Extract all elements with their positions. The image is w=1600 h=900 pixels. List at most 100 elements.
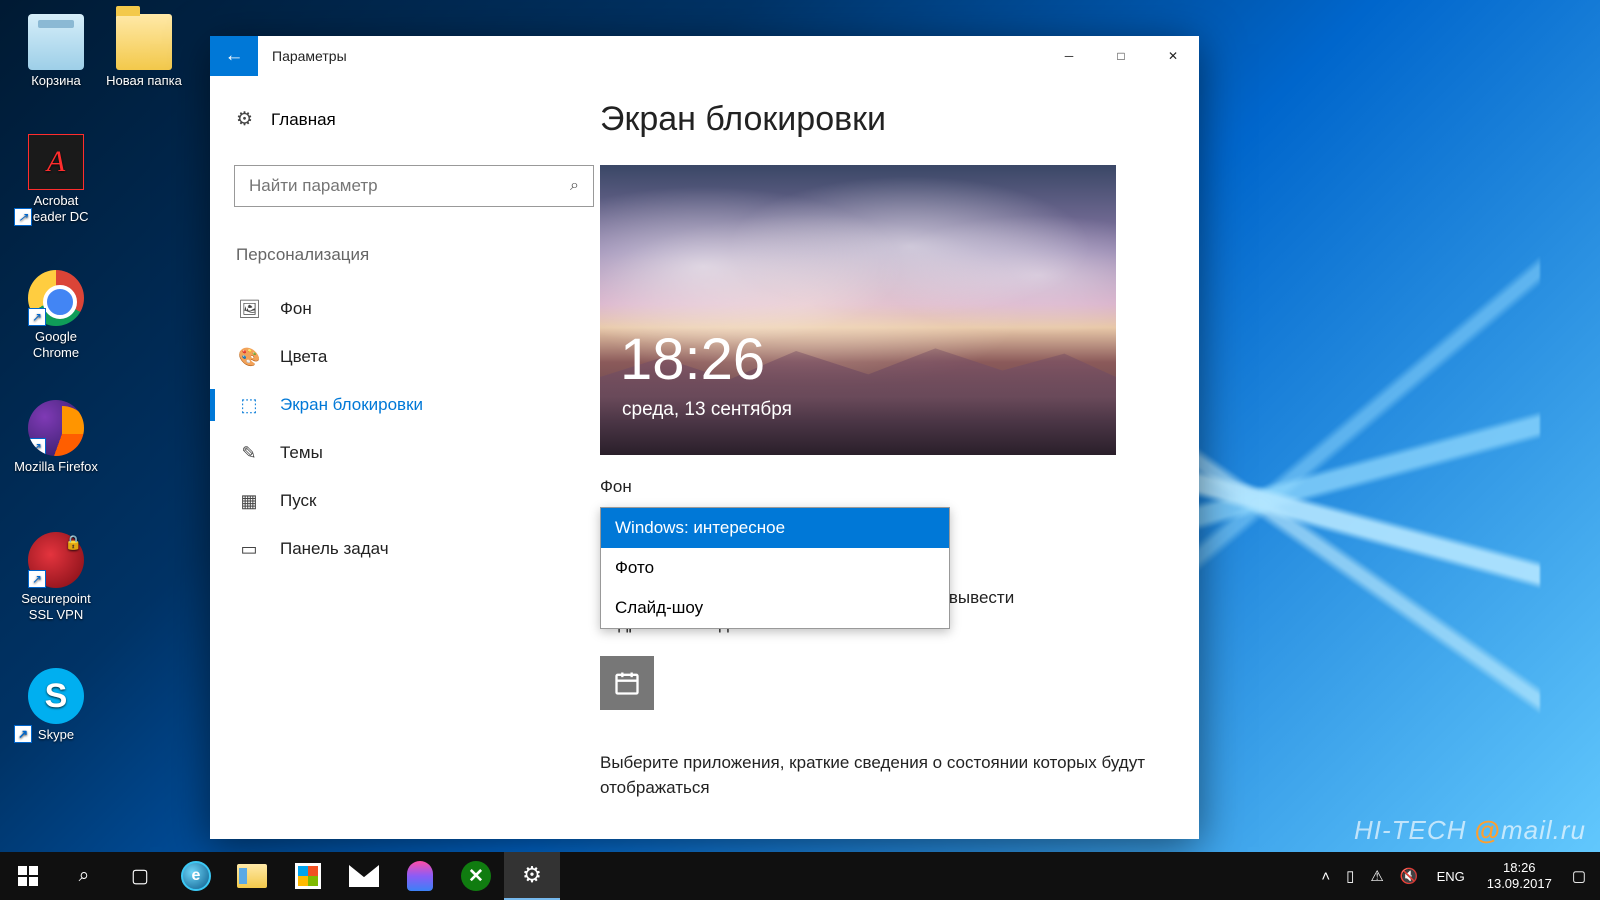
firefox-icon: ↗ bbox=[28, 400, 84, 456]
task-view-button[interactable]: ▢ bbox=[112, 852, 168, 900]
shortcut-overlay-icon: ↗ bbox=[28, 570, 46, 588]
search-icon: ⌕ bbox=[79, 865, 90, 887]
tray-language[interactable]: ENG bbox=[1427, 869, 1475, 884]
content: Экран блокировки 18:26 среда, 13 сентябр… bbox=[580, 76, 1199, 839]
desktop-icon-label: Securepoint SSL VPN bbox=[14, 591, 98, 624]
minimize-button[interactable]: ─ bbox=[1043, 36, 1095, 76]
tray-battery-icon[interactable]: ▯ bbox=[1338, 867, 1362, 885]
sidebar-home-label: Главная bbox=[271, 110, 336, 130]
sidebar-item-label: Фон bbox=[280, 299, 312, 319]
settings-window: ← Параметры ─ □ ✕ ⚙ Главная ⌕ Персонализ… bbox=[210, 36, 1199, 839]
xbox-icon: ✕ bbox=[461, 861, 491, 891]
sidebar-item-taskbar[interactable]: ▭ Панель задач bbox=[234, 525, 570, 573]
taskbar: ⌕ ▢ e ✕ ⚙ ˄ ▯ ⚠ 🔇 ENG 18:26 13.09.2017 ▢ bbox=[0, 852, 1600, 900]
start-icon: ▦ bbox=[238, 491, 260, 512]
dropdown-option-spotlight[interactable]: Windows: интересное bbox=[601, 508, 949, 548]
tray-wifi-icon[interactable]: ⚠ bbox=[1362, 867, 1391, 885]
sidebar-item-label: Цвета bbox=[280, 347, 327, 367]
shortcut-overlay-icon: ↗ bbox=[14, 725, 32, 743]
skype-icon: S↗ bbox=[28, 668, 84, 724]
back-button[interactable]: ← bbox=[210, 36, 258, 76]
vpn-icon: ↗ bbox=[28, 532, 84, 588]
shortcut-overlay-icon: ↗ bbox=[14, 208, 32, 226]
desktop-icon-label: Skype bbox=[38, 727, 74, 743]
system-tray: ˄ ▯ ⚠ 🔇 ENG 18:26 13.09.2017 ▢ bbox=[1313, 860, 1600, 893]
recycle-bin-icon bbox=[28, 14, 84, 70]
themes-icon: ✎ bbox=[238, 443, 260, 464]
taskbar-app-explorer[interactable] bbox=[224, 852, 280, 900]
tray-chevron-up-icon[interactable]: ˄ bbox=[1313, 868, 1338, 885]
paint3d-icon bbox=[407, 861, 433, 891]
close-button[interactable]: ✕ bbox=[1147, 36, 1199, 76]
desktop-icon-recycle-bin[interactable]: Корзина bbox=[14, 14, 98, 89]
tray-time: 18:26 bbox=[1487, 860, 1552, 876]
taskbar-app-edge[interactable]: e bbox=[168, 852, 224, 900]
sidebar-item-colors[interactable]: 🎨 Цвета bbox=[234, 333, 570, 381]
desktop-icon-skype[interactable]: S↗ Skype bbox=[14, 668, 98, 743]
chrome-icon: ↗ bbox=[28, 270, 84, 326]
sidebar-item-lockscreen[interactable]: ⬚ Экран блокировки bbox=[234, 381, 570, 429]
shortcut-overlay-icon: ↗ bbox=[28, 438, 46, 456]
search-icon: ⌕ bbox=[570, 177, 579, 195]
desktop-icon-folder[interactable]: Новая папка bbox=[102, 14, 186, 89]
titlebar[interactable]: ← Параметры ─ □ ✕ bbox=[210, 36, 1199, 76]
lockscreen-preview: 18:26 среда, 13 сентября bbox=[600, 165, 1116, 455]
taskbar-app-settings[interactable]: ⚙ bbox=[504, 852, 560, 900]
background-label: Фон bbox=[600, 477, 1159, 497]
start-button[interactable] bbox=[0, 852, 56, 900]
edge-icon: e bbox=[181, 861, 211, 891]
windows-icon bbox=[18, 866, 38, 886]
desktop-icon-label: Корзина bbox=[31, 73, 81, 89]
maximize-button[interactable]: □ bbox=[1095, 36, 1147, 76]
tray-volume-icon[interactable]: 🔇 bbox=[1392, 867, 1427, 885]
preview-date: среда, 13 сентября bbox=[622, 399, 792, 421]
sidebar-item-label: Панель задач bbox=[280, 539, 389, 559]
background-dropdown[interactable]: Windows: интересное Фото Слайд-шоу bbox=[600, 507, 950, 629]
brief-status-label: Выберите приложения, краткие сведения о … bbox=[600, 750, 1159, 801]
dropdown-option-photo[interactable]: Фото bbox=[601, 548, 949, 588]
sidebar-item-label: Экран блокировки bbox=[280, 395, 423, 415]
desktop-icon-label: Google Chrome bbox=[14, 329, 98, 362]
search-field[interactable] bbox=[249, 176, 570, 196]
desktop-icon-label: Mozilla Firefox bbox=[14, 459, 98, 475]
sidebar-item-themes[interactable]: ✎ Темы bbox=[234, 429, 570, 477]
taskbar-icon: ▭ bbox=[238, 539, 260, 560]
search-input[interactable]: ⌕ bbox=[234, 165, 594, 207]
preview-time: 18:26 bbox=[620, 326, 765, 393]
window-title: Параметры bbox=[272, 48, 347, 64]
explorer-icon bbox=[237, 864, 267, 888]
detailed-status-app-tile[interactable] bbox=[600, 656, 654, 710]
shortcut-overlay-icon: ↗ bbox=[28, 308, 46, 326]
sidebar: ⚙ Главная ⌕ Персонализация 🖼 Фон 🎨 Цвета… bbox=[210, 76, 580, 839]
gear-icon: ⚙ bbox=[522, 862, 542, 888]
acrobat-icon: A↗ bbox=[28, 134, 84, 190]
sidebar-home[interactable]: ⚙ Главная bbox=[234, 102, 570, 137]
desktop-icon-chrome[interactable]: ↗ Google Chrome bbox=[14, 270, 98, 362]
search-button[interactable]: ⌕ bbox=[56, 852, 112, 900]
desktop-icon-acrobat[interactable]: A↗ Acrobat Reader DC bbox=[14, 134, 98, 226]
tray-clock[interactable]: 18:26 13.09.2017 bbox=[1475, 860, 1564, 893]
sidebar-item-label: Темы bbox=[280, 443, 323, 463]
desktop-icon-label: Новая папка bbox=[106, 73, 182, 89]
sidebar-category: Персонализация bbox=[234, 245, 570, 265]
tray-date: 13.09.2017 bbox=[1487, 876, 1552, 892]
folder-icon bbox=[116, 14, 172, 70]
watermark: HI-TECH @mail.ru bbox=[1354, 815, 1586, 846]
sidebar-item-background[interactable]: 🖼 Фон bbox=[234, 285, 570, 333]
tray-notifications-icon[interactable]: ▢ bbox=[1564, 867, 1594, 885]
taskbar-app-mail[interactable] bbox=[336, 852, 392, 900]
sidebar-item-label: Пуск bbox=[280, 491, 316, 511]
picture-icon: 🖼 bbox=[238, 299, 260, 320]
sidebar-item-start[interactable]: ▦ Пуск bbox=[234, 477, 570, 525]
dropdown-option-slideshow[interactable]: Слайд-шоу bbox=[601, 588, 949, 628]
store-icon bbox=[295, 863, 321, 889]
desktop-icon-firefox[interactable]: ↗ Mozilla Firefox bbox=[14, 400, 98, 475]
desktop-icon-vpn[interactable]: ↗ Securepoint SSL VPN bbox=[14, 532, 98, 624]
taskbar-app-xbox[interactable]: ✕ bbox=[448, 852, 504, 900]
lockscreen-icon: ⬚ bbox=[238, 395, 260, 416]
calendar-icon bbox=[613, 669, 641, 697]
taskbar-app-store[interactable] bbox=[280, 852, 336, 900]
taskbar-app-paint3d[interactable] bbox=[392, 852, 448, 900]
gear-icon: ⚙ bbox=[236, 108, 253, 131]
taskview-icon: ▢ bbox=[131, 865, 149, 888]
